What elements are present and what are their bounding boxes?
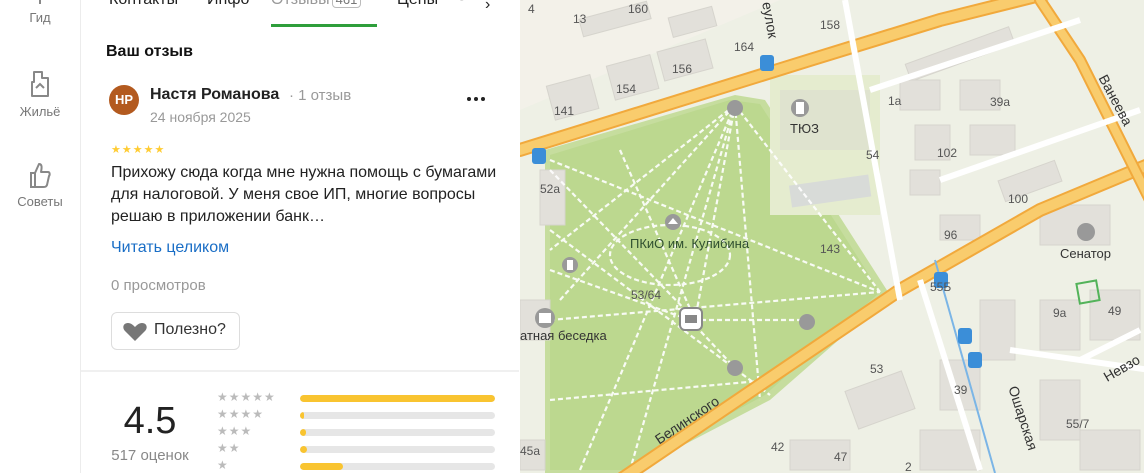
section-title: Ваш отзыв [106, 43, 193, 60]
house-number: 55/7 [1066, 417, 1090, 431]
read-more-link[interactable]: Читать целиком [111, 239, 229, 257]
useful-button[interactable]: Полезно? [111, 312, 240, 350]
rating-row-stars: ★★ [217, 441, 241, 455]
house-number: 156 [672, 62, 693, 76]
house-number: 143 [820, 242, 841, 256]
rating-row-stars: ★★★★ [217, 407, 265, 421]
tabs-bar: Контакты Инфо Отзывы461 Цены ◦ › [81, 0, 519, 28]
rail-item-housing[interactable]: Жильё [0, 68, 80, 119]
house-number: 55Б [930, 280, 952, 294]
rating-row-bar [300, 395, 495, 402]
rating-value: 4.5 [123, 400, 177, 442]
divider [81, 370, 519, 372]
house-number: 9а [1053, 306, 1067, 320]
useful-button-label: Полезно? [154, 321, 226, 338]
house-number: 141 [554, 104, 575, 118]
thumbs-up-icon [30, 163, 51, 188]
review-panel: Контакты Инфо Отзывы461 Цены ◦ › Ваш отз… [81, 0, 519, 473]
tab-prices[interactable]: Цены [397, 0, 438, 9]
theatre-label[interactable]: ТЮЗ [790, 121, 819, 136]
tab-reviews[interactable]: Отзывы461 [271, 0, 362, 9]
rating-row-fill [300, 446, 307, 453]
house-number: 102 [937, 146, 958, 160]
house-number: 158 [820, 18, 841, 32]
house-number: 49 [1108, 304, 1122, 318]
house-number: 100 [1008, 192, 1029, 206]
park-label[interactable]: ПКиО им. Кулибина [630, 236, 749, 251]
house-number: 54 [866, 148, 880, 162]
rating-row-stars: ★ [217, 458, 229, 472]
gazebo-label[interactable]: атная беседка [520, 328, 607, 343]
house-number: 13 [573, 12, 587, 26]
house-number: 52а [540, 182, 561, 196]
tab-overflow-icon: ◦ [459, 0, 465, 9]
rating-row-fill [300, 412, 304, 419]
heart-icon [123, 323, 147, 341]
left-rail: Гид Жильё Советы [0, 0, 81, 473]
house-number: 53/64 [631, 288, 662, 302]
house-number: 39а [990, 95, 1011, 109]
rating-count: 517 оценок [111, 447, 189, 464]
active-tab-indicator [271, 24, 377, 27]
house-number: 53 [870, 362, 884, 376]
house-number: 39 [954, 383, 968, 397]
rail-item-tips[interactable]: Советы [0, 160, 80, 209]
rating-row-bar [300, 446, 495, 453]
rail-item-label: Советы [17, 194, 63, 209]
rail-item-label: Жильё [19, 104, 61, 119]
rating-row-fill [300, 463, 343, 470]
tab-reviews-label: Отзывы [271, 0, 330, 8]
house-number: 45а [520, 444, 541, 458]
review-stars: ★★★★★ [111, 144, 166, 156]
house-number: 96 [944, 228, 958, 242]
rail-item-guide[interactable]: Гид [0, 0, 80, 25]
house-number: 2 [905, 460, 912, 473]
rating-row-bar [300, 429, 495, 436]
house-number: 4 [528, 2, 535, 16]
review-date: 24 ноября 2025 [150, 109, 251, 125]
review-text: Прихожу сюда когда мне нужна помощь с бу… [111, 164, 497, 225]
rating-row-stars: ★★★ [217, 424, 253, 438]
views-count: 0 просмотров [111, 277, 206, 294]
rating-row-stars: ★★★★★ [217, 390, 276, 404]
house-number: 42 [771, 440, 785, 454]
senator-label[interactable]: Сенатор [1060, 246, 1111, 261]
house-number: 47 [834, 450, 848, 464]
house-number: 154 [616, 82, 637, 96]
house-number: 160 [628, 2, 649, 16]
reviews-count-badge: 461 [331, 0, 362, 8]
guide-icon [39, 0, 41, 4]
house-number: 164 [734, 40, 755, 54]
house-number: 1а [888, 94, 902, 108]
rail-item-label: Гид [29, 10, 51, 25]
rating-row-bar [300, 463, 495, 470]
tabs-next-chevron-icon[interactable]: › [485, 0, 490, 14]
avatar[interactable]: НР [109, 85, 139, 115]
rating-row-bar [300, 412, 495, 419]
map-canvas [520, 0, 1144, 473]
more-options-icon[interactable] [465, 88, 487, 110]
housing-icon [31, 71, 49, 97]
rating-row-fill [300, 429, 306, 436]
rating-row-fill [300, 395, 495, 402]
tab-info[interactable]: Инфо [207, 0, 249, 9]
map[interactable]: ПКиО им. Кулибина ТЮЗ атная беседка Сена… [520, 0, 1144, 473]
review-author[interactable]: Настя Романова [150, 86, 279, 104]
tab-contacts[interactable]: Контакты [109, 0, 178, 9]
author-review-count: · 1 отзыв [289, 87, 352, 104]
